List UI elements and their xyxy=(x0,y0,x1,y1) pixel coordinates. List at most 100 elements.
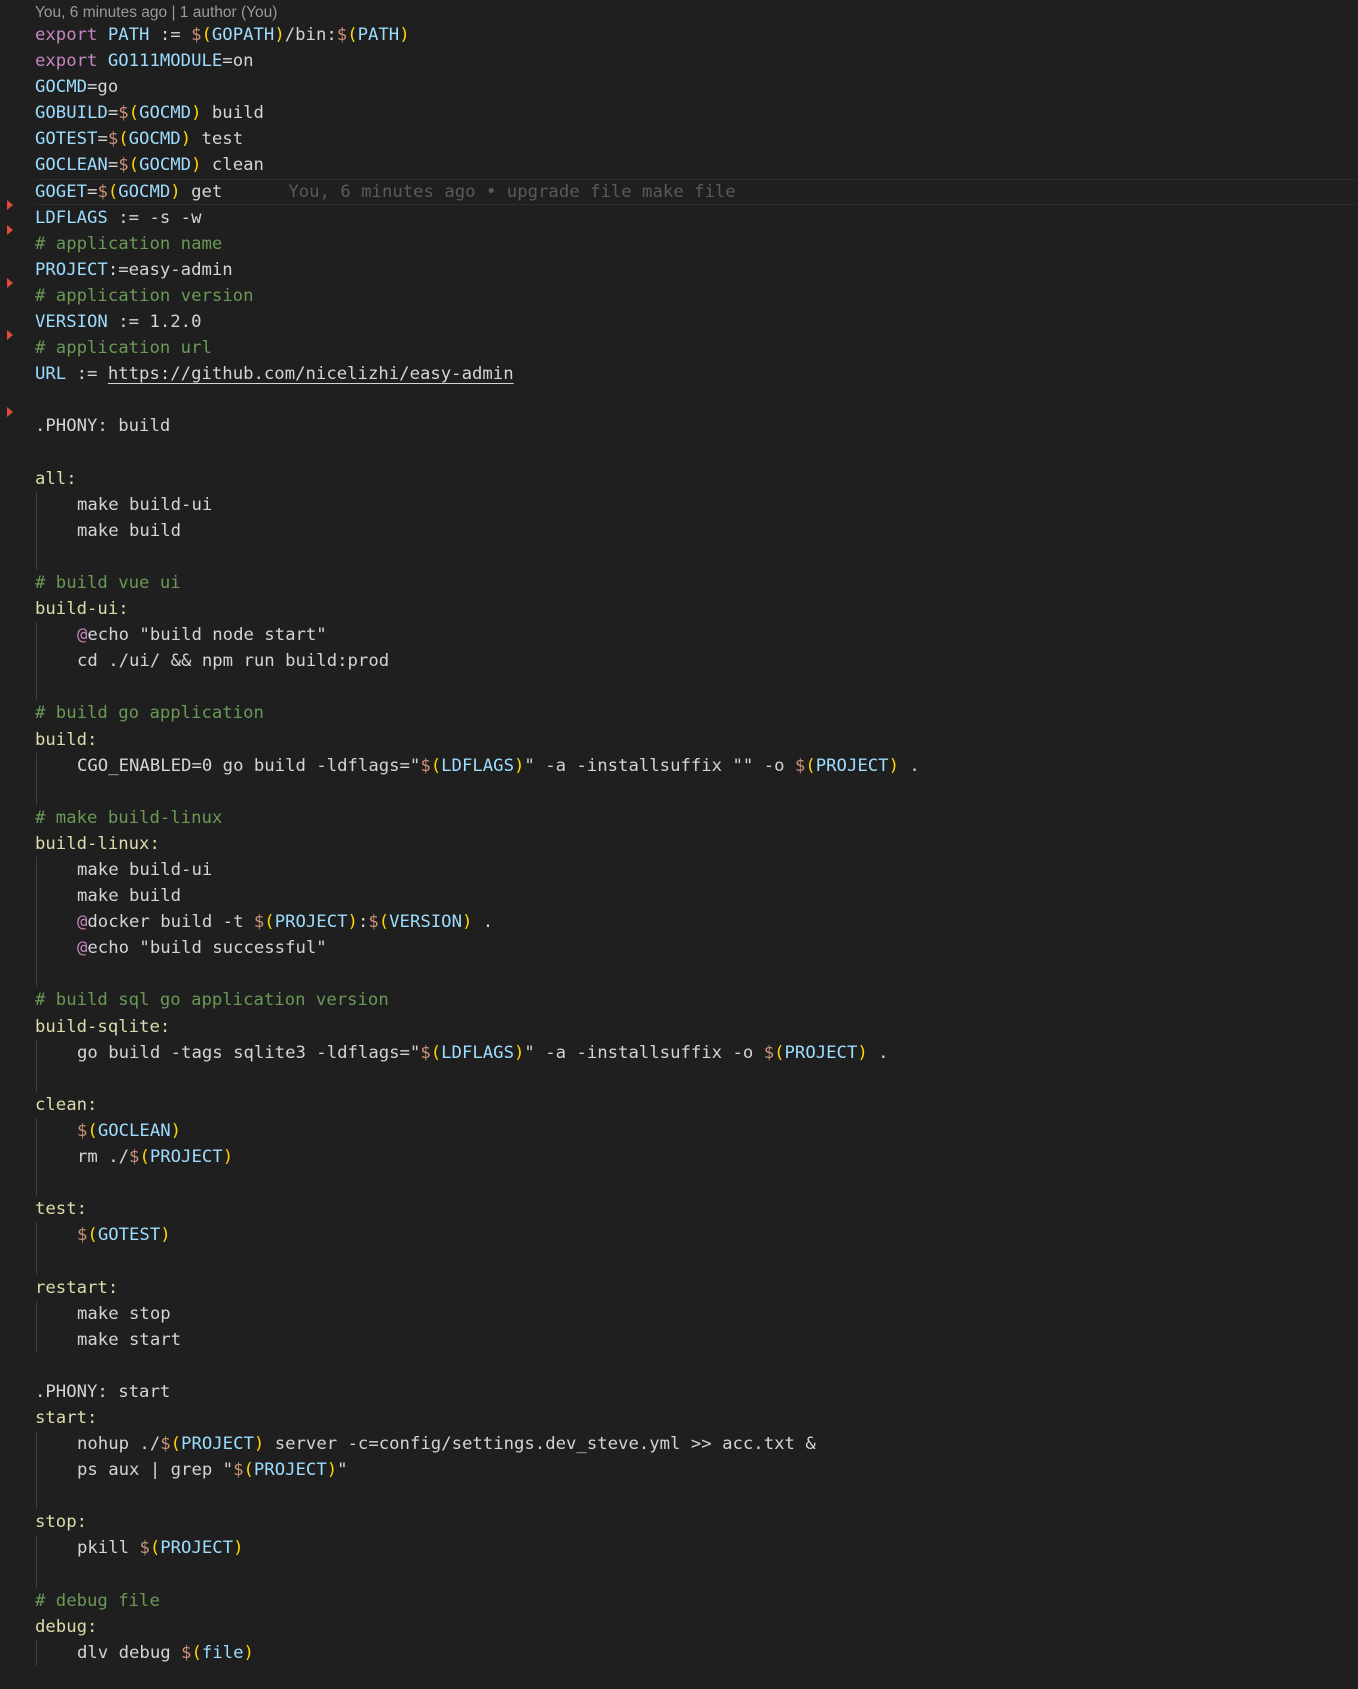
code-line[interactable] xyxy=(0,1170,1358,1197)
token-url-link[interactable]: https://github.com/nicelizhi/easy-admin xyxy=(108,364,514,384)
code-line[interactable]: test: xyxy=(0,1196,1358,1222)
token-variable: PROJECT xyxy=(160,1538,234,1559)
code-line[interactable] xyxy=(0,1353,1358,1379)
indent-guide xyxy=(36,935,37,962)
diff-marker-icon[interactable] xyxy=(7,407,13,417)
token-text: nohup ./ xyxy=(77,1434,161,1455)
code-line[interactable]: make build xyxy=(0,517,1358,544)
code-line[interactable]: GOCMD=go xyxy=(0,74,1358,100)
token-text: " -a -installsuffix "" -o xyxy=(524,755,795,776)
code-line[interactable] xyxy=(0,1561,1358,1588)
code-line[interactable]: ps aux | grep "$(PROJECT)" xyxy=(0,1457,1358,1484)
code-line[interactable]: GOBUILD=$(GOCMD) build xyxy=(0,100,1358,126)
code-line[interactable] xyxy=(0,1483,1358,1510)
code-line[interactable]: all: xyxy=(0,466,1358,492)
token-paren: ) xyxy=(170,1120,182,1141)
token-text: echo "build successful" xyxy=(87,938,327,959)
code-line[interactable]: make stop xyxy=(0,1300,1358,1327)
indent-guide xyxy=(36,491,37,518)
code-line[interactable]: make build-ui xyxy=(0,857,1358,884)
code-line[interactable]: build-sqlite: xyxy=(0,1014,1358,1040)
code-line[interactable]: restart: xyxy=(0,1275,1358,1301)
code-line[interactable]: @echo "build successful" xyxy=(0,935,1358,962)
code-line[interactable] xyxy=(0,1065,1358,1092)
code-line[interactable]: pkill $(PROJECT) xyxy=(0,1535,1358,1562)
code-line[interactable]: go build -tags sqlite3 -ldflags="$(LDFLA… xyxy=(0,1039,1358,1066)
token-comment: # build vue ui xyxy=(35,572,181,593)
code-line[interactable]: # build vue ui xyxy=(0,570,1358,596)
code-line[interactable]: URL := https://github.com/nicelizhi/easy… xyxy=(0,361,1358,387)
code-line[interactable]: nohup ./$(PROJECT) server -c=config/sett… xyxy=(0,1431,1358,1458)
code-line[interactable]: make build xyxy=(0,883,1358,910)
code-line[interactable]: build-linux: xyxy=(0,831,1358,857)
code-line[interactable]: # build go application xyxy=(0,700,1358,726)
token-dollar: $ xyxy=(336,25,348,45)
code-line[interactable]: dlv debug $(file) xyxy=(0,1639,1358,1666)
code-line[interactable]: GOTEST=$(GOCMD) test xyxy=(0,126,1358,152)
token-comment: # build go application xyxy=(35,703,264,724)
code-line[interactable]: # application url xyxy=(0,335,1358,361)
token-paren: ( xyxy=(139,1147,150,1168)
diff-marker-icon[interactable] xyxy=(7,225,13,235)
token-paren: ( xyxy=(170,1434,182,1455)
code-line[interactable]: # make build-linux xyxy=(0,805,1358,831)
token-dollar: $ xyxy=(368,912,379,933)
code-line[interactable]: rm ./$(PROJECT) xyxy=(0,1144,1358,1171)
code-line[interactable]: debug: xyxy=(0,1614,1358,1640)
token-text: = xyxy=(107,155,119,176)
code-line[interactable] xyxy=(0,961,1358,988)
code-line[interactable]: start: xyxy=(0,1405,1358,1431)
diff-marker-icon[interactable] xyxy=(7,278,13,288)
inline-blame[interactable]: You, 6 minutes ago • upgrade file make f… xyxy=(288,182,735,202)
code-line[interactable]: CGO_ENABLED=0 go build -ldflags="$(LDFLA… xyxy=(0,752,1358,779)
token-target: start: xyxy=(35,1407,98,1428)
code-line[interactable]: @docker build -t $(PROJECT):$(VERSION) . xyxy=(0,909,1358,936)
token-variable: PROJECT xyxy=(274,912,348,933)
code-line[interactable]: make start xyxy=(0,1326,1358,1353)
code-line[interactable] xyxy=(0,778,1358,805)
code-editor[interactable]: export PATH := $(GOPATH)/bin:$(PATH) expo… xyxy=(0,22,1358,1666)
code-line[interactable] xyxy=(0,440,1358,466)
codelens-blame-header[interactable]: You, 6 minutes ago | 1 author (You) xyxy=(35,2,277,24)
code-line[interactable] xyxy=(0,543,1358,570)
code-line[interactable]: export PATH := $(GOPATH)/bin:$(PATH) xyxy=(0,22,1358,48)
code-line[interactable] xyxy=(0,387,1358,413)
diff-marker-icon[interactable] xyxy=(7,330,13,340)
code-line[interactable]: # application version xyxy=(0,283,1358,309)
token-variable: GOCMD xyxy=(118,181,171,202)
code-line[interactable]: clean: xyxy=(0,1092,1358,1118)
code-line[interactable]: cd ./ui/ && npm run build:prod xyxy=(0,648,1358,675)
code-line[interactable]: $(GOTEST) xyxy=(0,1222,1358,1249)
token-dollar: $ xyxy=(181,1642,192,1663)
token-paren: ) xyxy=(888,755,899,776)
indent-guide xyxy=(36,752,37,779)
indent-guide xyxy=(36,1065,37,1092)
code-line[interactable]: @echo "build node start" xyxy=(0,622,1358,649)
code-line[interactable]: # application name xyxy=(0,231,1358,257)
token-dollar: $ xyxy=(107,129,119,150)
code-line[interactable]: stop: xyxy=(0,1509,1358,1535)
code-line[interactable] xyxy=(0,674,1358,701)
code-line[interactable]: VERSION := 1.2.0 xyxy=(0,309,1358,335)
code-line[interactable]: PROJECT:=easy-admin xyxy=(0,257,1358,283)
token-variable: PROJECT xyxy=(784,1042,858,1063)
code-line[interactable]: .PHONY: start xyxy=(0,1379,1358,1405)
token-keyword: export xyxy=(35,25,98,45)
code-line[interactable]: $(GOCLEAN) xyxy=(0,1117,1358,1145)
code-line[interactable]: LDFLAGS := -s -w xyxy=(0,205,1358,231)
code-line[interactable] xyxy=(0,1248,1358,1275)
code-line[interactable]: GOGET=$(GOCMD) get You, 6 minutes ago • u… xyxy=(34,179,1358,205)
code-line[interactable]: export GO111MODULE=on xyxy=(0,48,1358,74)
token-paren: ( xyxy=(430,755,442,776)
token-text: echo "build node start" xyxy=(87,625,327,646)
indent-guide xyxy=(36,1326,37,1353)
code-line[interactable]: # debug file xyxy=(0,1588,1358,1614)
code-line[interactable]: .PHONY: build xyxy=(0,413,1358,439)
code-line[interactable]: build: xyxy=(0,727,1358,753)
code-line[interactable]: GOCLEAN=$(GOCMD) clean xyxy=(0,152,1358,178)
code-line[interactable]: build-ui: xyxy=(0,596,1358,622)
diff-marker-icon[interactable] xyxy=(7,200,13,210)
code-line[interactable]: # build sql go application version xyxy=(0,987,1358,1013)
code-line[interactable]: make build-ui xyxy=(0,491,1358,518)
indent-guide xyxy=(36,1535,37,1562)
